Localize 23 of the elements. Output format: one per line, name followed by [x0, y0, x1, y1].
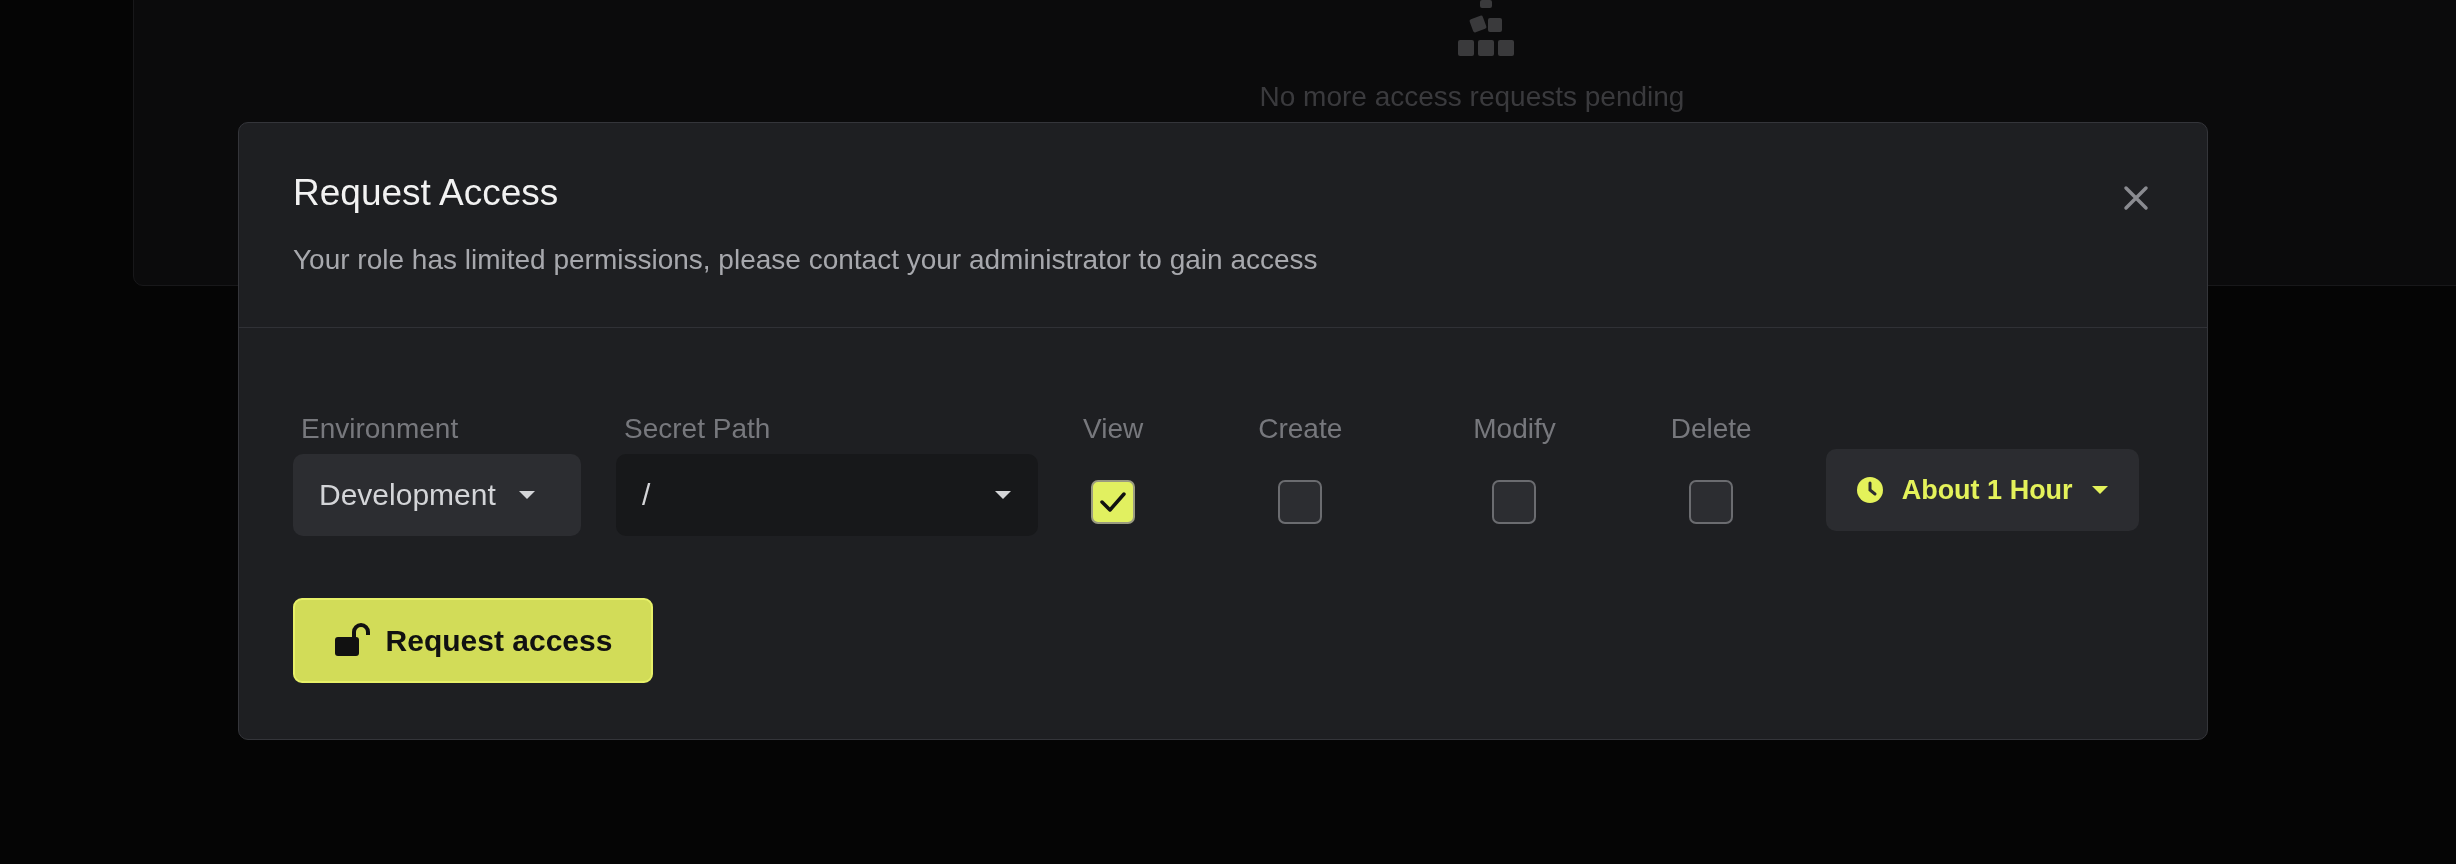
modal-subtitle: Your role has limited permissions, please contact your administrator to gain access — [293, 243, 1319, 278]
caret-icon — [517, 490, 536, 500]
permission-label: Delete — [1670, 412, 1752, 446]
close-icon — [2123, 185, 2149, 211]
permission-label: Create — [1258, 412, 1343, 446]
duration-dropdown[interactable]: About 1 Hour — [1825, 449, 2139, 532]
field-label: Secret Path — [623, 412, 772, 446]
permission-label: View — [1083, 412, 1144, 446]
checkbox[interactable] — [1492, 480, 1537, 524]
checkbox[interactable] — [1278, 480, 1323, 524]
field-label: Environment — [300, 412, 460, 446]
modal-title: Request Access — [293, 171, 559, 215]
path-select[interactable]: / — [616, 454, 1038, 536]
caret-icon — [2090, 485, 2109, 496]
checkbox[interactable] — [1689, 480, 1734, 524]
request-access-button[interactable]: Request access — [293, 598, 653, 683]
clock-icon — [1855, 476, 1884, 505]
checkbox[interactable] — [1091, 480, 1136, 524]
environment-select[interactable]: Development — [293, 454, 581, 536]
permission-label: Modify — [1473, 412, 1556, 446]
unlock-icon — [333, 623, 370, 658]
caret-icon — [994, 490, 1012, 500]
check-icon — [1099, 490, 1128, 514]
